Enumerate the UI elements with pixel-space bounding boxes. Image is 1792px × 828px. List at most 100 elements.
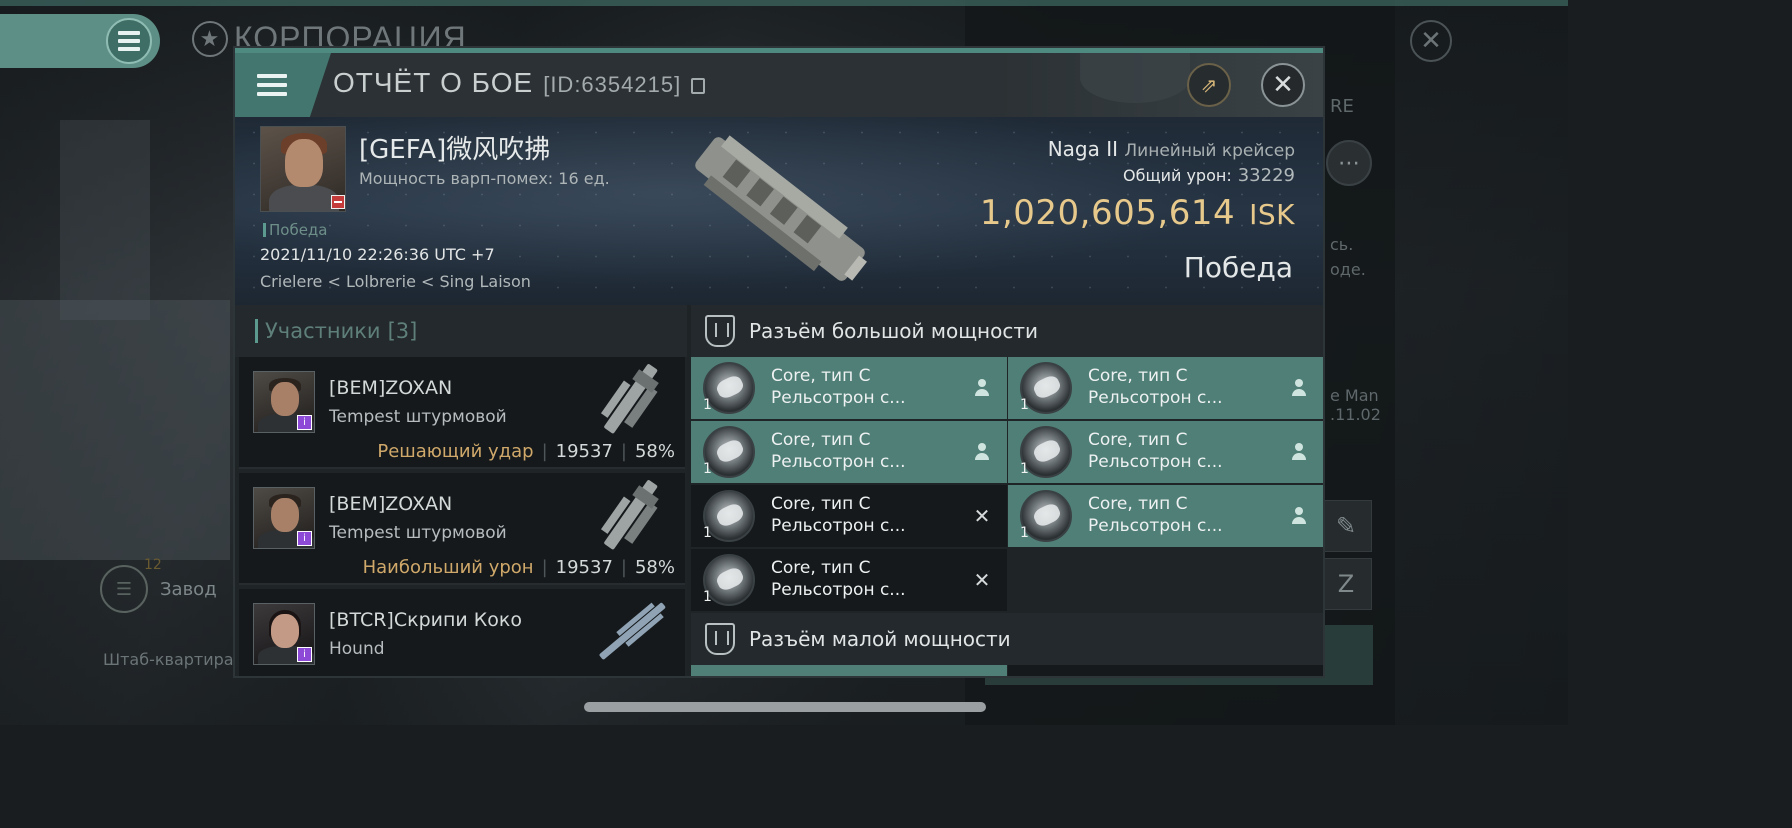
participant-avatar: i	[253, 371, 315, 433]
participant-percent: 58%	[634, 441, 675, 462]
module-slot[interactable]: 1 Core, тип C Рельсотрон с...	[1008, 421, 1323, 483]
side-text: .11.02	[1330, 405, 1381, 424]
participant-ship-image	[600, 480, 659, 550]
portrait-face	[285, 139, 323, 187]
participant-role: Наибольший урон	[362, 557, 534, 578]
total-damage-label: Общий урон:	[1123, 166, 1232, 185]
copy-icon[interactable]	[691, 78, 706, 94]
victim-pilot-name[interactable]: [GEFA]微风吹拂	[359, 129, 550, 166]
module-slot-partial[interactable]	[691, 665, 1007, 676]
victim-ship-image[interactable]	[675, 127, 885, 292]
module-slot[interactable]: 1 Core, тип C Рельсотрон с...	[691, 357, 1007, 419]
dropped-pilot-icon	[1288, 441, 1310, 463]
dropped-pilot-icon	[1288, 377, 1310, 399]
high-slot-header: Разъём большой мощности	[691, 305, 1323, 357]
menu-bar	[257, 74, 287, 78]
side-text: e Man	[1330, 386, 1379, 405]
low-slot-icon	[705, 623, 735, 655]
total-damage-value: 33229	[1237, 165, 1295, 186]
victim-summary: [GEFA]微风吹拂 Мощность варп-помех: 16 ед. П…	[235, 117, 1323, 305]
headquarters-label: Штаб-квартира	[103, 650, 234, 669]
ship-name[interactable]: Naga II	[1048, 137, 1118, 161]
close-button[interactable]: ✕	[1261, 63, 1305, 107]
module-quantity: 1	[703, 397, 712, 413]
warp-strength: Мощность варп-помех: 16 ед.	[359, 169, 610, 188]
divider: |	[620, 557, 627, 578]
module-name: Core, тип C	[771, 494, 871, 514]
edit-icon[interactable]: ✎	[1320, 500, 1372, 552]
module-name: Core, тип C	[771, 366, 871, 386]
share-button[interactable]: ⇗	[1187, 63, 1231, 107]
avatar-face	[271, 382, 299, 416]
menu-bar	[118, 47, 140, 51]
module-quantity: 1	[703, 461, 712, 477]
station-structure	[60, 120, 150, 320]
station-structure	[0, 300, 230, 560]
report-title-text: ОТЧЁТ О БОЕ	[333, 67, 534, 98]
report-id: [ID:6354215]	[543, 72, 682, 97]
participant-avatar: i	[253, 487, 315, 549]
participant-percent: 58%	[634, 557, 675, 578]
side-fragment: RE	[1330, 96, 1354, 117]
module-quantity: 1	[703, 589, 712, 605]
participant-ship: Tempest штурмовой	[329, 407, 507, 427]
more-options-icon[interactable]: ⋯	[1326, 140, 1372, 186]
kill-location[interactable]: Crielere < Lolbrerie < Sing Laison	[260, 272, 531, 291]
share-icon: ⇗	[1200, 73, 1218, 97]
standing-badge-icon	[331, 195, 345, 209]
menu-bar	[118, 31, 140, 35]
module-type: Рельсотрон с...	[1088, 452, 1223, 472]
participants-header: Участники [3]	[235, 305, 687, 357]
battle-result: Победа	[1183, 251, 1293, 284]
participant-row[interactable]: i [BEM]ZOXAN Tempest штурмовой Наибольши…	[239, 473, 685, 585]
module-slot[interactable]: 1 Core, тип C Рельсотрон с...	[1008, 485, 1323, 547]
total-damage: Общий урон: 33229	[1123, 165, 1295, 186]
isk-currency: ISK	[1249, 198, 1295, 231]
menu-bar	[257, 92, 287, 96]
participant-name: [BTCR]Скрипи Коко	[329, 609, 522, 631]
star-icon: ★	[192, 20, 228, 57]
participant-name: [BEM]ZOXAN	[329, 377, 453, 399]
module-slot[interactable]: 1 Core, тип C Рельсотрон с... ✕	[691, 485, 1007, 547]
participant-stats: Наибольший урон | 19537 | 58%	[363, 557, 675, 578]
module-quantity: 1	[1020, 397, 1029, 413]
avatar-face	[271, 498, 299, 532]
avatar-face	[271, 614, 299, 648]
report-menu-button[interactable]	[235, 53, 331, 117]
module-type: Рельсотрон с...	[771, 452, 906, 472]
participant-row[interactable]: i [BTCR]Скрипи Коко Hound	[239, 589, 685, 676]
fittings-panel: Разъём большой мощности 1 Core, тип C Ре…	[691, 305, 1323, 676]
sort-icon[interactable]: Z	[1320, 558, 1372, 610]
module-slot-partial[interactable]	[1008, 665, 1323, 676]
isk-value: 1,020,605,614 ISK	[980, 193, 1295, 233]
corporation-bar	[0, 14, 160, 68]
factory-count: 12	[144, 557, 162, 573]
kill-datetime: 2021/11/10 22:26:36 UTC +7	[260, 245, 495, 264]
participant-ship: Hound	[329, 639, 385, 659]
background-close-button[interactable]: ✕	[1410, 20, 1452, 62]
dropped-pilot-icon	[1288, 505, 1310, 527]
modal-header: ОТЧЁТ О БОЕ [ID:6354215] ⇗ ✕	[235, 53, 1323, 117]
victory-tag: Победа	[263, 221, 328, 239]
participant-row[interactable]: i [BEM]ZOXAN Tempest штурмовой Решающий …	[239, 357, 685, 469]
participants-title: Участники [3]	[255, 319, 417, 343]
factory-icon: ☰	[100, 565, 148, 613]
corporation-menu-button[interactable]	[106, 18, 152, 64]
module-slot[interactable]: 1 Core, тип C Рельсотрон с... ✕	[691, 549, 1007, 611]
victim-ship: Naga II Линейный крейсер	[1048, 137, 1295, 161]
isk-amount: 1,020,605,614	[979, 193, 1236, 233]
module-name: Core, тип C	[1088, 430, 1188, 450]
module-slot[interactable]: 1 Core, тип C Рельсотрон с...	[691, 421, 1007, 483]
factory-item[interactable]: ☰ 12 Завод	[100, 557, 217, 613]
module-quantity: 1	[703, 525, 712, 541]
module-slot[interactable]: 1 Core, тип C Рельсотрон с...	[1008, 357, 1323, 419]
dropped-pilot-icon	[971, 441, 993, 463]
destroyed-x-icon: ✕	[973, 568, 991, 592]
high-slot-icon	[705, 315, 735, 347]
module-quantity: 1	[1020, 525, 1029, 541]
corp-role-icon: i	[297, 647, 312, 662]
header-decoration	[1080, 53, 1190, 103]
factory-label: Завод	[160, 578, 217, 600]
participant-name: [BEM]ZOXAN	[329, 493, 453, 515]
participant-ship-image	[599, 602, 666, 660]
